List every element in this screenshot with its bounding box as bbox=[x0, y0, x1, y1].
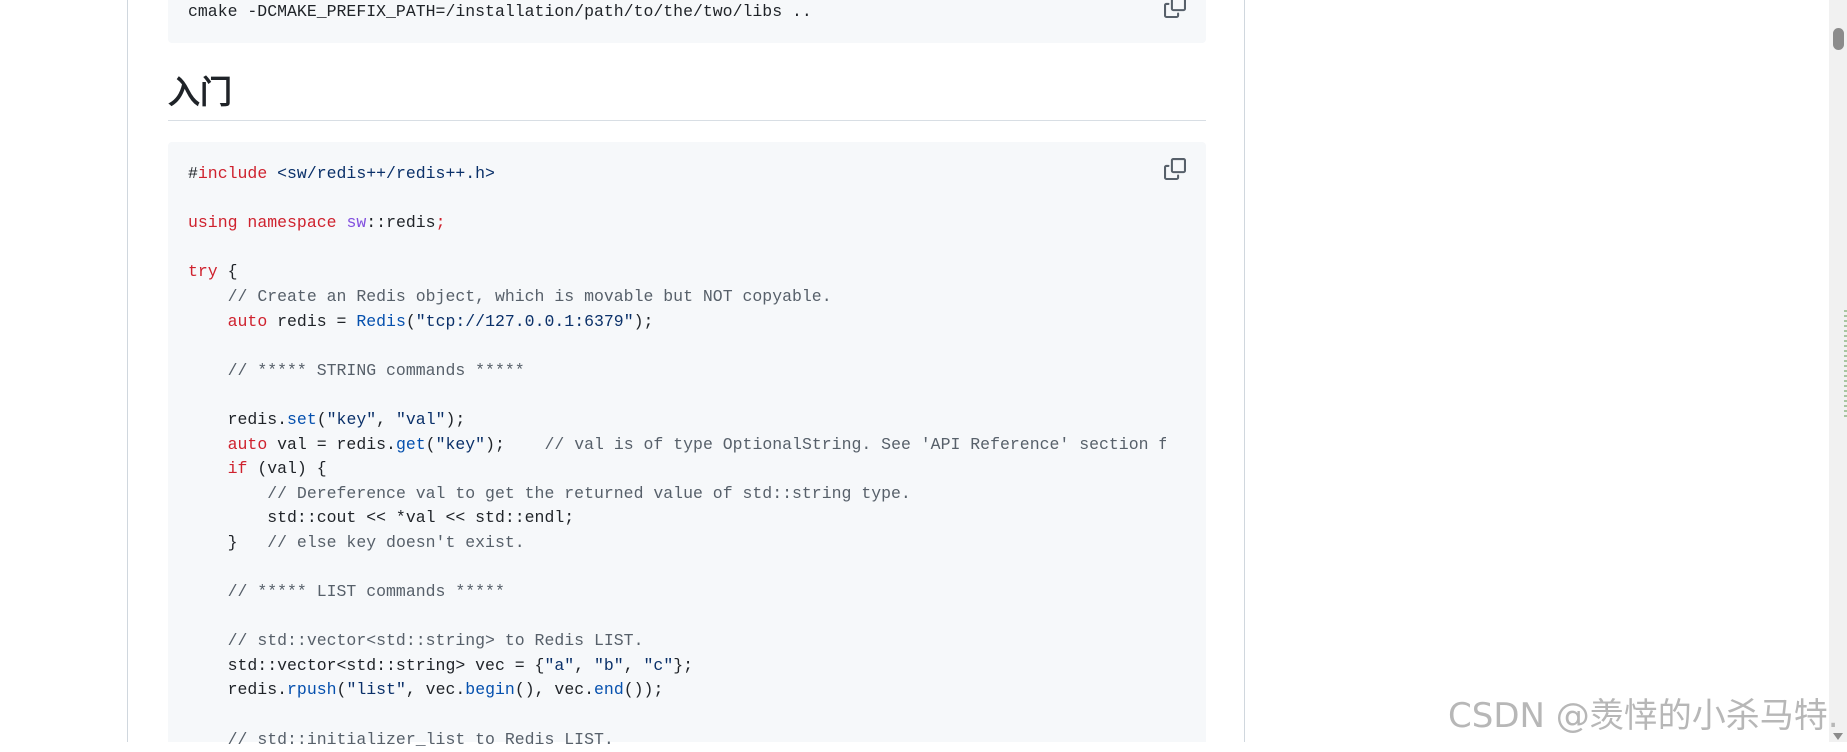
page-scrollbar[interactable] bbox=[1829, 0, 1847, 742]
code-token: ); bbox=[485, 434, 545, 454]
code-token: (val) { bbox=[247, 459, 327, 479]
code-token: // std::initializer_list to Redis LIST. bbox=[227, 729, 614, 749]
code-token: (), vec. bbox=[514, 680, 595, 700]
code-token: include bbox=[197, 164, 268, 183]
code-token: // Dereference val to get the returned v… bbox=[267, 483, 911, 503]
code-token: sw bbox=[346, 213, 367, 233]
code-line: redis.rpush("list", vec.begin(), vec.end… bbox=[188, 680, 664, 700]
code-token: // Create an Redis object, which is mova… bbox=[227, 286, 832, 306]
code-token: auto bbox=[227, 434, 268, 454]
code-token: { bbox=[217, 262, 238, 282]
code-token: auto bbox=[227, 311, 268, 331]
code-token: ); bbox=[445, 409, 466, 429]
code-token: "list" bbox=[346, 680, 406, 700]
code-line: // ***** STRING commands ***** bbox=[188, 361, 525, 380]
scroll-down-arrow-icon[interactable] bbox=[1833, 733, 1843, 740]
code-line: // std::initializer_list to Redis LIST. bbox=[188, 730, 614, 749]
code-token: // val is of type OptionalString. See 'A… bbox=[544, 434, 1166, 454]
code-token: , vec. bbox=[405, 680, 466, 700]
code-token: "val" bbox=[395, 409, 446, 429]
code-token: begin bbox=[465, 680, 515, 700]
code-token: , bbox=[574, 655, 594, 675]
code-line: std::cout << *val << std::endl; bbox=[188, 508, 574, 527]
code-token: std::vector<std::string> vec = { bbox=[188, 655, 545, 675]
code-token: "c" bbox=[643, 655, 674, 675]
code-token: # bbox=[188, 164, 198, 183]
code-line: auto val = redis.get("key"); // val is o… bbox=[188, 435, 1166, 454]
code-token: }; bbox=[673, 655, 694, 675]
code-token: set bbox=[287, 409, 317, 429]
code-token: end bbox=[594, 680, 624, 700]
code-token: ::redis bbox=[366, 213, 436, 233]
install-command: cmake -DCMAKE_PREFIX_PATH=/installation/… bbox=[188, 2, 812, 21]
scrollbar-thumb[interactable] bbox=[1833, 28, 1844, 50]
code-line: auto redis = Redis("tcp://127.0.0.1:6379… bbox=[188, 311, 654, 331]
watermark: CSDN @羡悻的小杀马特. bbox=[1448, 696, 1839, 736]
copy-icon[interactable] bbox=[1164, 158, 1186, 180]
code-token: ( bbox=[336, 680, 347, 700]
example-code: #include <sw/redis++/redis++.h> using na… bbox=[168, 162, 1166, 752]
code-token: , bbox=[623, 655, 644, 675]
code-line: if (val) { bbox=[188, 459, 327, 478]
code-token: rpush bbox=[287, 680, 337, 700]
heading-divider bbox=[168, 120, 1206, 121]
code-line: try { bbox=[188, 262, 238, 281]
code-token: ; bbox=[435, 213, 446, 233]
code-line: #include <sw/redis++/redis++.h> bbox=[188, 164, 495, 183]
code-token: Redis bbox=[356, 311, 406, 331]
section-heading-getting-started: 入门 bbox=[168, 73, 233, 111]
code-token: if bbox=[227, 459, 248, 479]
code-token: // ***** STRING commands ***** bbox=[227, 360, 525, 380]
copy-icon[interactable] bbox=[1164, 0, 1186, 18]
code-line: // Dereference val to get the returned v… bbox=[188, 484, 911, 503]
code-token: redis. bbox=[188, 409, 288, 429]
code-line: // Create an Redis object, which is mova… bbox=[188, 287, 832, 306]
code-token: "tcp://127.0.0.1:6379" bbox=[415, 311, 634, 331]
code-token: try bbox=[188, 262, 218, 282]
code-token: // ***** LIST commands ***** bbox=[227, 582, 505, 602]
code-line: using namespace sw::redis; bbox=[188, 213, 445, 232]
code-token: , bbox=[376, 409, 396, 429]
code-token: get bbox=[395, 434, 426, 454]
code-token: // else key doesn't exist. bbox=[267, 532, 525, 552]
code-line: std::vector<std::string> vec = {"a", "b"… bbox=[188, 656, 693, 675]
code-token: using bbox=[188, 213, 238, 233]
example-code-block: #include <sw/redis++/redis++.h> using na… bbox=[168, 142, 1206, 749]
code-token: ( bbox=[316, 409, 327, 429]
code-token: std::cout << *val << std::endl; bbox=[188, 508, 575, 528]
code-token: redis. bbox=[188, 680, 288, 700]
code-token: namespace bbox=[247, 213, 337, 233]
code-token: "key" bbox=[326, 409, 377, 429]
code-token: "key" bbox=[435, 434, 486, 454]
code-line: } // else key doesn't exist. bbox=[188, 533, 525, 552]
code-token: ( bbox=[425, 434, 436, 454]
code-line: // ***** LIST commands ***** bbox=[188, 582, 505, 601]
code-token: redis = bbox=[267, 311, 357, 331]
code-line: // std::vector<std::string> to Redis LIS… bbox=[188, 631, 644, 651]
code-line: redis.set("key", "val"); bbox=[188, 409, 466, 429]
code-token: ()); bbox=[623, 680, 664, 700]
code-token: "a" bbox=[544, 655, 575, 675]
code-token: // std::vector<std::string> to Redis LIS… bbox=[227, 631, 644, 651]
code-token: ); bbox=[633, 311, 654, 331]
code-token: val = redis. bbox=[267, 434, 396, 454]
code-token: "b" bbox=[594, 655, 624, 675]
code-token: ( bbox=[405, 311, 416, 331]
code-token: } bbox=[188, 532, 268, 552]
install-code-block: cmake -DCMAKE_PREFIX_PATH=/installation/… bbox=[168, 0, 1206, 43]
code-token: <sw/redis++/redis++.h> bbox=[277, 164, 495, 183]
